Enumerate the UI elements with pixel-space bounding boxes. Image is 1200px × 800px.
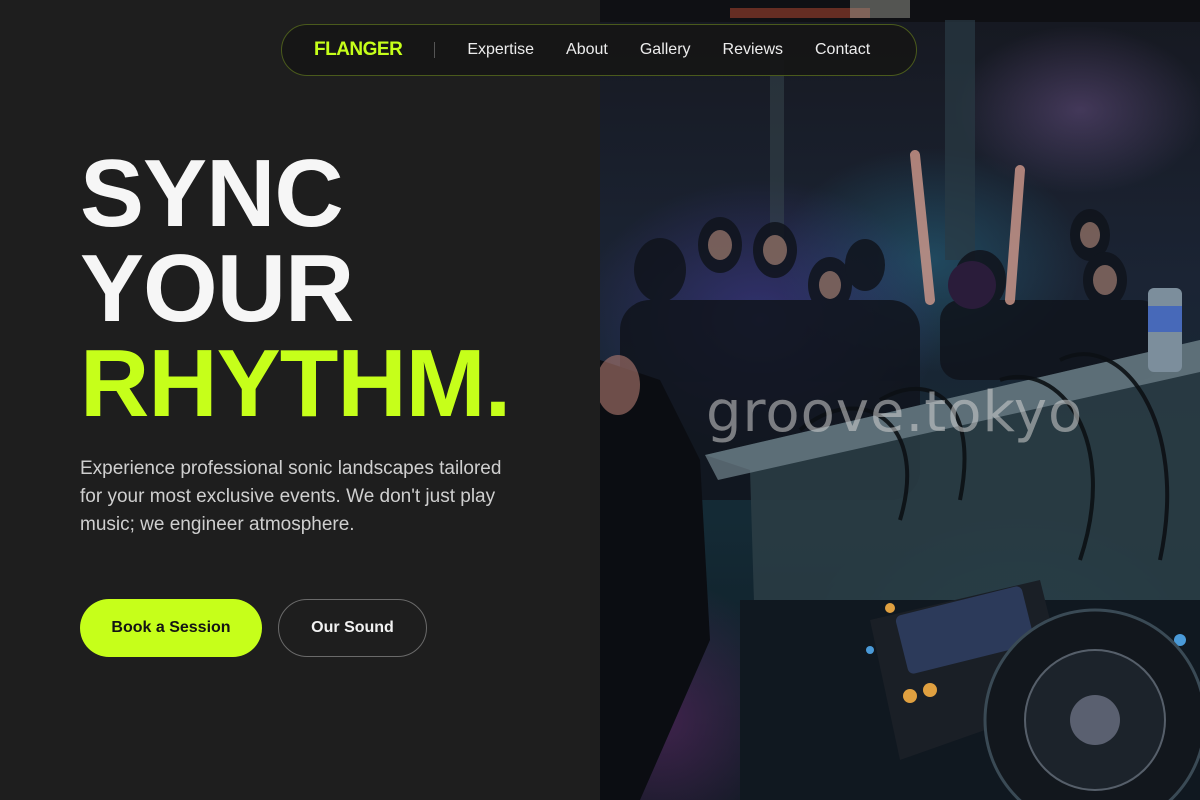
our-sound-button[interactable]: Our Sound (278, 599, 427, 657)
top-navbar: FLANGER Expertise About Gallery Reviews … (281, 24, 917, 76)
nav-link-contact[interactable]: Contact (815, 41, 870, 59)
nav-link-reviews[interactable]: Reviews (723, 41, 783, 59)
hero-headline: SYNC YOUR RHYTHM. (80, 140, 511, 437)
book-session-button[interactable]: Book a Session (80, 599, 262, 657)
nav-divider (434, 42, 436, 58)
hero-subtitle: Experience professional sonic landscapes… (80, 458, 502, 535)
headline-line-2: YOUR (80, 235, 354, 342)
image-watermark: groove.tokyo (706, 380, 1084, 445)
nav-links: Expertise About Gallery Reviews Contact (467, 41, 870, 59)
headline-line-3-accent: RHYTHM. (80, 330, 511, 437)
hero-image-dj-crowd: groove.tokyo (600, 0, 1200, 800)
nav-link-expertise[interactable]: Expertise (467, 41, 534, 59)
brand-logo[interactable]: FLANGER (314, 39, 403, 61)
nav-link-gallery[interactable]: Gallery (640, 41, 691, 59)
headline-line-1: SYNC (80, 140, 344, 247)
nav-link-about[interactable]: About (566, 41, 608, 59)
